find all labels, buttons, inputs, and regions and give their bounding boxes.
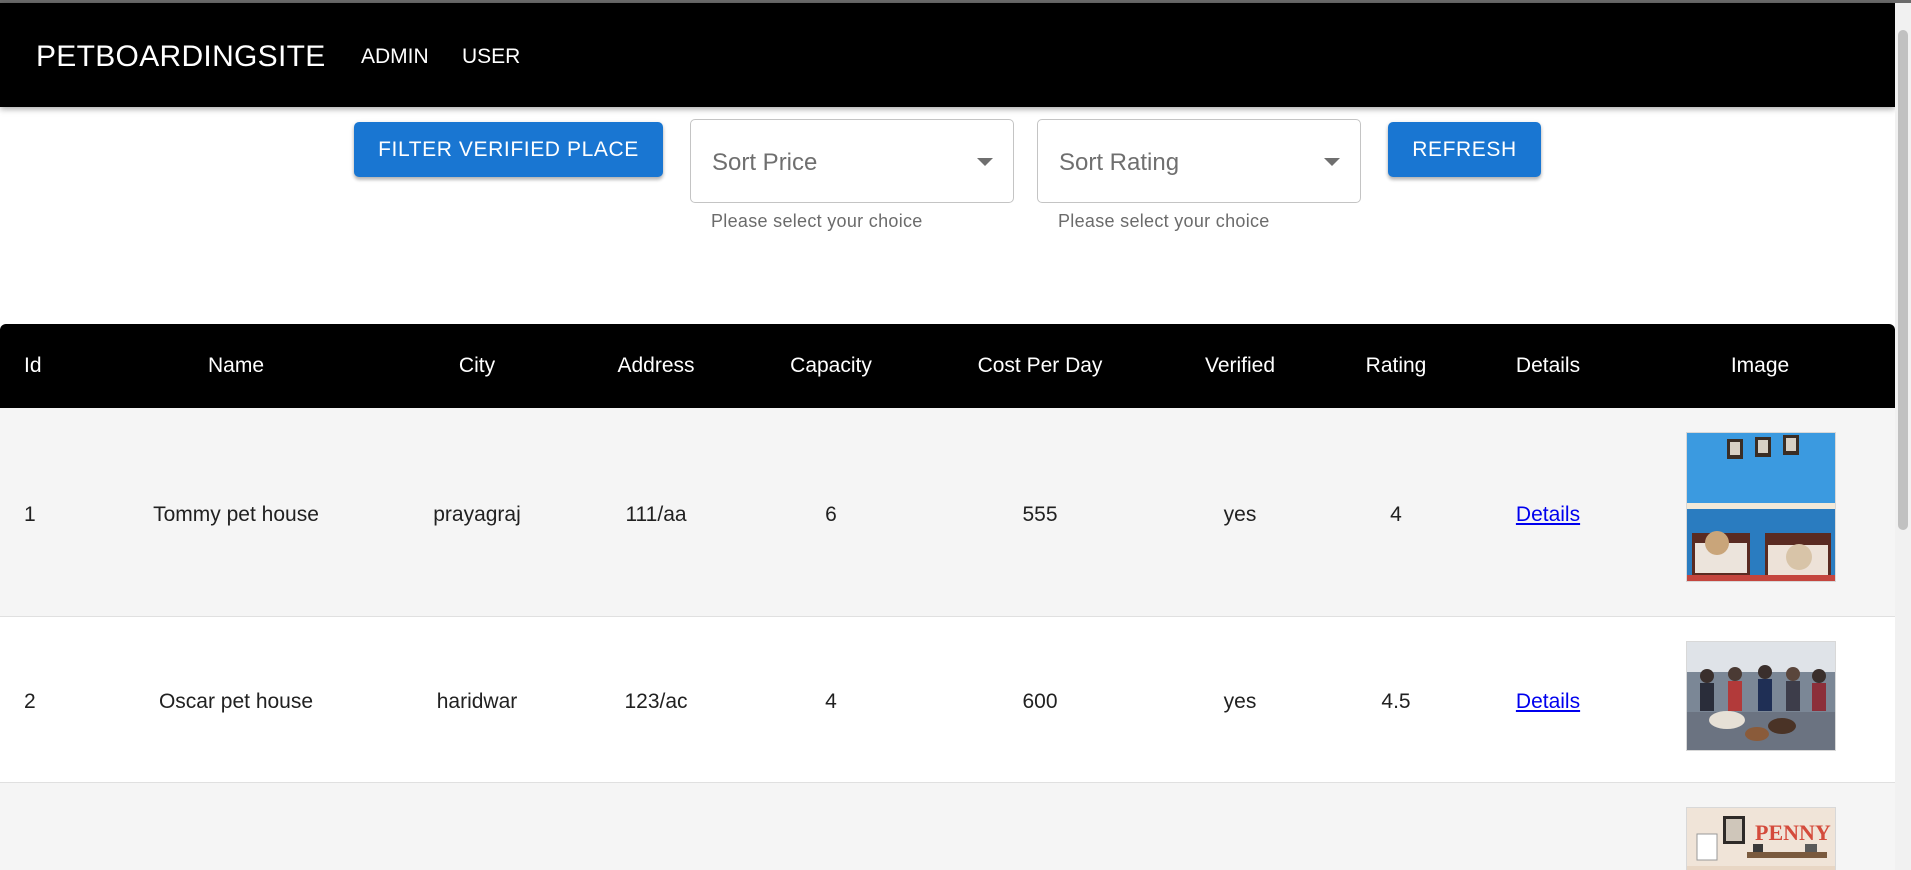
details-link[interactable]: Details	[1516, 690, 1580, 714]
cell-capacity: 4	[825, 690, 837, 713]
column-header-image: Image	[1730, 354, 1790, 377]
cell-name: Tommy pet house	[153, 503, 319, 526]
table-row: PENNY	[0, 783, 1895, 870]
cell-capacity: 6	[825, 503, 837, 526]
place-image: PENNY	[1686, 807, 1836, 870]
nav-user[interactable]: USER	[462, 45, 520, 69]
cell-id: 1	[24, 503, 36, 526]
nav-admin[interactable]: ADMIN	[361, 45, 429, 69]
vertical-scrollbar[interactable]	[1895, 3, 1911, 870]
column-header-capacity: Capacity	[790, 354, 872, 377]
cell-id: 2	[24, 690, 36, 713]
sort-rating-select[interactable]: Sort Rating	[1037, 119, 1361, 203]
cell-rating: 4	[1390, 503, 1402, 526]
sort-price-placeholder: Sort Price	[712, 149, 818, 176]
sort-rating-placeholder: Sort Rating	[1059, 149, 1180, 176]
cell-address: 123/ac	[624, 690, 688, 713]
cell-city: prayagraj	[433, 503, 521, 526]
column-header-verified: Verified	[1204, 354, 1276, 377]
brand-title[interactable]: PETBOARDINGSITE	[36, 39, 326, 75]
cell-rating: 4.5	[1381, 690, 1411, 713]
cell-name: Oscar pet house	[158, 690, 314, 713]
column-header-details: Details	[1515, 354, 1581, 377]
sort-price-select[interactable]: Sort Price	[690, 119, 1014, 203]
column-header-name: Name	[207, 354, 265, 377]
sort-price-helper: Please select your choice	[711, 211, 923, 231]
cell-city: haridwar	[436, 690, 518, 713]
column-header-id: Id	[24, 354, 42, 377]
column-header-address: Address	[617, 354, 695, 377]
column-header-city: City	[458, 354, 496, 377]
sort-rating-helper: Please select your choice	[1058, 211, 1270, 231]
cell-cost: 600	[1022, 690, 1058, 713]
cell-address: 111/aa	[625, 503, 687, 526]
scrollbar-thumb[interactable]	[1898, 30, 1908, 530]
table-row: 1 Tommy pet house prayagraj 111/aa 6 555…	[0, 408, 1895, 617]
app-bar: PETBOARDINGSITE ADMIN USER	[0, 3, 1895, 107]
place-image	[1686, 641, 1836, 751]
chevron-down-icon	[1324, 158, 1340, 166]
filter-verified-button[interactable]: FILTER VERIFIED PLACE	[354, 122, 663, 177]
place-image	[1686, 432, 1836, 582]
table-header: Id Name City Address Capacity Cost Per D…	[0, 324, 1895, 408]
page: PETBOARDINGSITE ADMIN USER FILTER VERIFI…	[0, 0, 1911, 870]
refresh-button[interactable]: REFRESH	[1388, 122, 1541, 177]
table-row: 2 Oscar pet house haridwar 123/ac 4 600 …	[0, 617, 1895, 783]
penny-sign-text: PENNY	[1755, 820, 1831, 845]
cell-verified: yes	[1223, 690, 1257, 713]
column-header-cost: Cost Per Day	[977, 354, 1103, 377]
cell-cost: 555	[1022, 503, 1058, 526]
column-header-rating: Rating	[1365, 354, 1427, 377]
chevron-down-icon	[977, 158, 993, 166]
cell-verified: yes	[1223, 503, 1257, 526]
details-link[interactable]: Details	[1516, 503, 1580, 527]
